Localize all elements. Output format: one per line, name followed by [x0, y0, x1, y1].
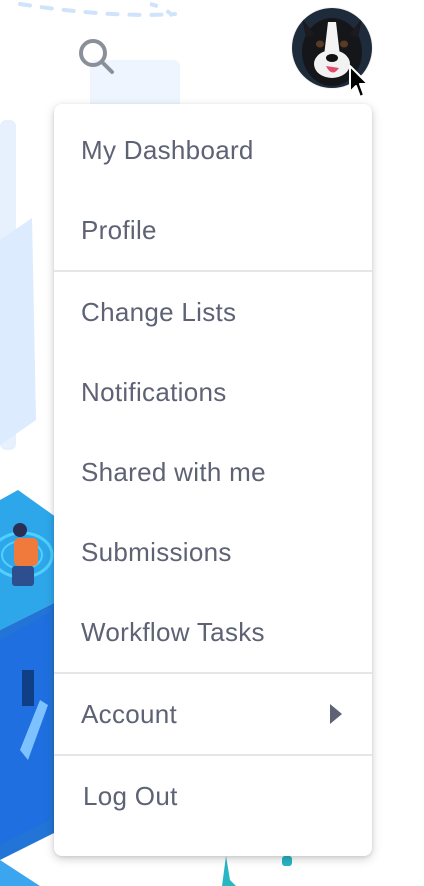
menu-section-account: Account [54, 674, 372, 756]
search-icon [79, 39, 114, 74]
menu-item-label: Account [81, 698, 178, 729]
menu-item-profile[interactable]: Profile [54, 190, 372, 270]
menu-item-label: Change Lists [81, 296, 237, 327]
menu-item-label: Profile [81, 214, 157, 245]
menu-item-submissions[interactable]: Submissions [54, 512, 372, 592]
avatar-dog-image [292, 8, 372, 88]
menu-item-label: Submissions [81, 536, 232, 567]
menu-item-label: Notifications [81, 376, 227, 407]
menu-item-label: Shared with me [81, 456, 266, 487]
menu-section-user: My Dashboard Profile [54, 104, 372, 272]
menu-item-account[interactable]: Account [54, 674, 372, 754]
menu-item-label: Log Out [83, 780, 178, 811]
menu-section-activity: Change Lists Notifications Shared with m… [54, 272, 372, 674]
menu-item-my-dashboard[interactable]: My Dashboard [54, 104, 372, 190]
menu-item-label: My Dashboard [81, 134, 254, 165]
menu-item-label: Workflow Tasks [81, 616, 265, 647]
caret-right-icon [330, 704, 342, 724]
app-screen: My Dashboard Profile Change Lists Notifi… [0, 0, 424, 886]
avatar[interactable] [292, 8, 372, 88]
menu-item-workflow-tasks[interactable]: Workflow Tasks [54, 592, 372, 672]
menu-item-change-lists[interactable]: Change Lists [54, 272, 372, 352]
user-dropdown-menu: My Dashboard Profile Change Lists Notifi… [54, 104, 372, 856]
menu-item-log-out[interactable]: Log Out [54, 756, 372, 836]
menu-section-logout: Log Out [54, 756, 372, 836]
search-button[interactable] [74, 34, 118, 78]
menu-item-notifications[interactable]: Notifications [54, 352, 372, 432]
menu-item-shared-with-me[interactable]: Shared with me [54, 432, 372, 512]
